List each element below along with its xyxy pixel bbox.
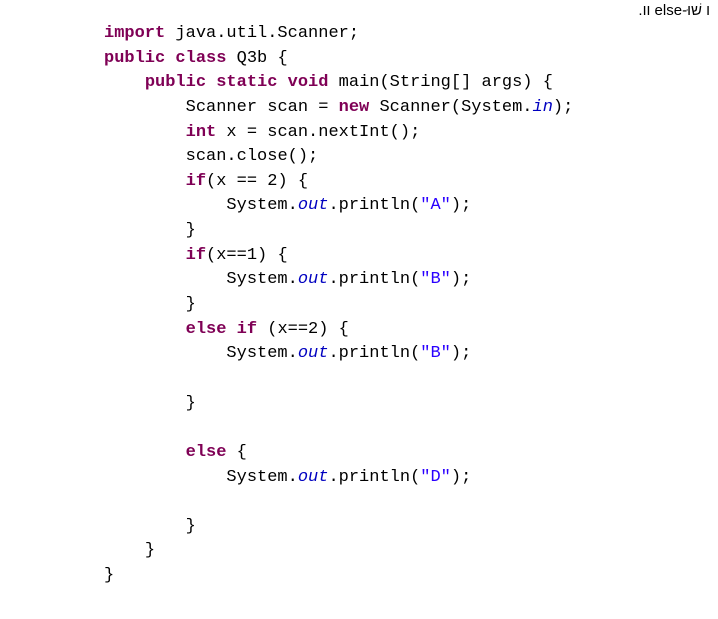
code-text: } [186, 517, 196, 536]
code-line: if(x == 2) { [104, 172, 308, 191]
code-text: } [186, 221, 196, 240]
indent [104, 320, 186, 339]
indent [104, 172, 186, 191]
keyword-new: new [339, 98, 370, 117]
field-out: out [298, 344, 329, 363]
string-literal: "D" [420, 468, 451, 487]
field-in: in [533, 98, 553, 117]
indent [104, 344, 226, 363]
indent [104, 394, 186, 413]
code-line: else if (x==2) { [104, 320, 349, 339]
keyword-if: if [186, 246, 206, 265]
code-text: Scanner scan = [186, 98, 339, 117]
indent [104, 517, 186, 536]
code-text: } [186, 295, 196, 314]
code-line: System.out.println("A"); [104, 196, 471, 215]
indent [104, 123, 186, 142]
code-text [165, 49, 175, 68]
string-literal: "A" [420, 196, 451, 215]
code-text: System. [226, 344, 297, 363]
keyword-else: else [186, 443, 227, 462]
string-literal: "B" [420, 270, 451, 289]
string-literal: "B" [420, 344, 451, 363]
code-line: Scanner scan = new Scanner(System.in); [104, 98, 573, 117]
field-out: out [298, 468, 329, 487]
code-text: (x==1) { [206, 246, 288, 265]
indent [104, 541, 145, 560]
keyword-void: void [288, 73, 329, 92]
indent [104, 246, 186, 265]
code-text [277, 73, 287, 92]
code-line: public class Q3b { [104, 49, 288, 68]
code-text [206, 73, 216, 92]
code-line: System.out.println("B"); [104, 270, 471, 289]
code-text: .println( [328, 344, 420, 363]
code-line: else { [104, 443, 247, 462]
keyword-public: public [104, 49, 165, 68]
code-line: System.out.println("D"); [104, 468, 471, 487]
keyword-else: else [186, 320, 227, 339]
code-text: ); [553, 98, 573, 117]
code-line: System.out.println("B"); [104, 344, 471, 363]
indent [104, 196, 226, 215]
code-text: .println( [328, 270, 420, 289]
keyword-if: if [186, 172, 206, 191]
indent [104, 295, 186, 314]
code-text: ); [451, 270, 471, 289]
code-line: int x = scan.nextInt(); [104, 123, 420, 142]
code-line: } [104, 295, 196, 314]
code-line: import java.util.Scanner; [104, 24, 359, 43]
keyword-public: public [145, 73, 206, 92]
code-text: System. [226, 196, 297, 215]
field-out: out [298, 270, 329, 289]
code-line: } [104, 541, 155, 560]
code-line: } [104, 221, 196, 240]
keyword-import: import [104, 24, 165, 43]
field-out: out [298, 196, 329, 215]
indent [104, 73, 145, 92]
code-line: } [104, 566, 114, 585]
code-text: } [145, 541, 155, 560]
code-text: System. [226, 468, 297, 487]
indent [104, 98, 186, 117]
code-text: System. [226, 270, 297, 289]
code-text: ); [451, 196, 471, 215]
code-line: } [104, 394, 196, 413]
code-text: ); [451, 344, 471, 363]
indent [104, 443, 186, 462]
code-text: scan.close(); [186, 147, 319, 166]
keyword-if: if [237, 320, 257, 339]
code-text: Scanner(System. [369, 98, 532, 117]
code-line: } [104, 517, 196, 536]
code-text: { [226, 443, 246, 462]
indent [104, 221, 186, 240]
code-text: } [186, 394, 196, 413]
keyword-static: static [216, 73, 277, 92]
code-text: ); [451, 468, 471, 487]
code-text: Q3b { [226, 49, 287, 68]
code-line: public static void main(String[] args) { [104, 73, 553, 92]
code-text [226, 320, 236, 339]
code-text: java.util.Scanner; [165, 24, 359, 43]
code-block: import java.util.Scanner; public class Q… [0, 0, 718, 589]
indent [104, 468, 226, 487]
keyword-int: int [186, 123, 217, 142]
code-text: main(String[] args) { [328, 73, 552, 92]
indent [104, 270, 226, 289]
code-text: (x == 2) { [206, 172, 308, 191]
code-line: if(x==1) { [104, 246, 288, 265]
code-text: .println( [328, 196, 420, 215]
page-header-fragment: .וו else-ו שׁוּ [638, 0, 710, 22]
code-text: x = scan.nextInt(); [216, 123, 420, 142]
indent [104, 147, 186, 166]
code-text: } [104, 566, 114, 585]
code-text: (x==2) { [257, 320, 349, 339]
code-line: scan.close(); [104, 147, 318, 166]
code-text: .println( [328, 468, 420, 487]
keyword-class: class [175, 49, 226, 68]
